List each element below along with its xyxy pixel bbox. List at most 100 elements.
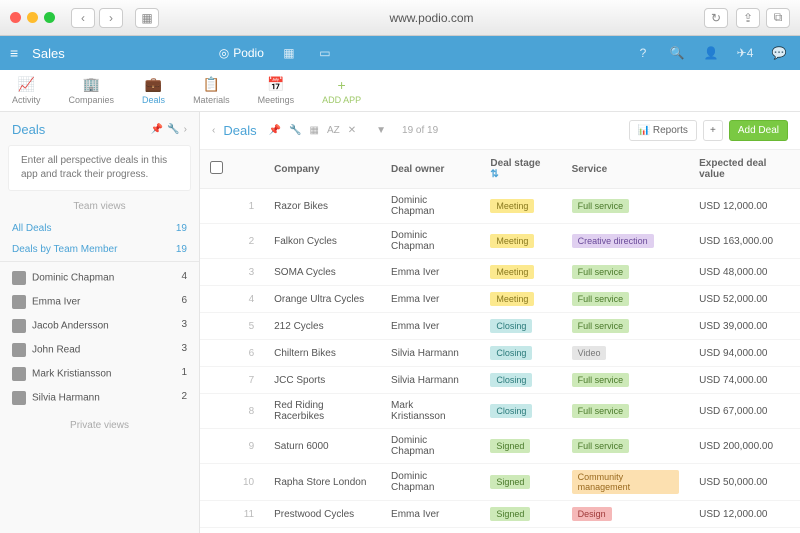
- row-index: 11: [233, 501, 264, 528]
- company-cell: Prestwood Cycles: [264, 501, 381, 528]
- member-row[interactable]: Emma Iver6: [0, 290, 199, 314]
- company-cell: Razor Bikes: [264, 189, 381, 224]
- help-icon[interactable]: ?: [632, 42, 654, 64]
- company-cell: Orange Ultra Cycles: [264, 286, 381, 313]
- avatar: [12, 367, 26, 381]
- table-row[interactable]: 12Helsinki PolkupyöräEmma IverSignedCrea…: [200, 528, 800, 533]
- back-button[interactable]: ‹: [71, 8, 95, 28]
- table-row[interactable]: 4Orange Ultra CyclesEmma IverMeetingFull…: [200, 286, 800, 313]
- add-button[interactable]: +: [703, 120, 723, 141]
- member-row[interactable]: Jacob Andersson3: [0, 314, 199, 338]
- company-cell: Rapha Store London: [264, 464, 381, 501]
- owner-cell: Dominic Chapman: [381, 429, 480, 464]
- owner-cell: Dominic Chapman: [381, 189, 480, 224]
- workspace-name[interactable]: Sales: [32, 46, 65, 61]
- owner-cell: Emma Iver: [381, 286, 480, 313]
- settings-icon[interactable]: ✕: [348, 125, 356, 136]
- notifications-icon[interactable]: ✈ 4: [734, 42, 756, 64]
- close-window-icon[interactable]: [10, 12, 21, 23]
- private-views-label: Private views: [0, 410, 199, 437]
- column-header[interactable]: Company: [264, 150, 381, 189]
- owner-cell: Mark Kristiansson: [381, 394, 480, 429]
- activity-icon[interactable]: ▦: [278, 42, 300, 64]
- materials-icon: 📋: [203, 76, 220, 93]
- expand-sidebar-icon[interactable]: ‹: [212, 125, 215, 136]
- address-bar[interactable]: www.podio.com: [167, 11, 696, 25]
- minimize-window-icon[interactable]: [27, 12, 38, 23]
- content-toolbar: ‹ Deals 📌 🔧 ▦ AZ ✕ ▼ 19 of 19 📊 Reports …: [200, 112, 800, 150]
- service-badge: Full service: [572, 373, 630, 387]
- filter-icon[interactable]: ▼: [376, 125, 386, 136]
- company-cell: 212 Cycles: [264, 313, 381, 340]
- column-header[interactable]: Deal stage ⇅: [480, 150, 561, 189]
- table-row[interactable]: 7JCC SportsSilvia HarmannClosingFull ser…: [200, 367, 800, 394]
- pin-icon[interactable]: 📌: [151, 124, 163, 135]
- app-nav: 📈Activity 🏢Companies 💼Deals 📋Materials 📅Meet…: [0, 70, 800, 112]
- add-app-button[interactable]: +ADD APP: [322, 77, 361, 105]
- row-index: 9: [233, 429, 264, 464]
- wrench-icon[interactable]: 🔧: [289, 125, 301, 136]
- podio-logo[interactable]: ◎ Podio: [219, 46, 264, 60]
- chat-icon[interactable]: 💬: [768, 42, 790, 64]
- tabs-button[interactable]: ⧉: [766, 8, 790, 28]
- nav-activity[interactable]: 📈Activity: [12, 76, 41, 105]
- select-all-checkbox[interactable]: [210, 161, 223, 174]
- service-badge: Full service: [572, 292, 630, 306]
- service-badge: Full service: [572, 319, 630, 333]
- nav-label: Deals: [142, 95, 165, 105]
- table-row[interactable]: 5212 CyclesEmma IverClosingFull serviceU…: [200, 313, 800, 340]
- card-view-icon[interactable]: ▦: [310, 125, 319, 136]
- sidebar-toggle-button[interactable]: ▦: [135, 8, 159, 28]
- member-row[interactable]: John Read3: [0, 338, 199, 362]
- member-name: Jacob Andersson: [32, 321, 109, 332]
- avatar: [12, 343, 26, 357]
- member-row[interactable]: Dominic Chapman4: [0, 266, 199, 290]
- table-row[interactable]: 3SOMA CyclesEmma IverMeetingFull service…: [200, 259, 800, 286]
- table-row[interactable]: 8Red Riding RacerbikesMark KristianssonC…: [200, 394, 800, 429]
- reports-button[interactable]: 📊 Reports: [629, 120, 697, 141]
- reload-button[interactable]: ↻: [704, 8, 728, 28]
- hamburger-icon[interactable]: ≡: [10, 45, 18, 61]
- nav-deals[interactable]: 💼Deals: [142, 76, 165, 105]
- stage-badge: Closing: [490, 373, 532, 387]
- owner-cell: Emma Iver: [381, 313, 480, 340]
- search-icon[interactable]: 🔍: [666, 42, 688, 64]
- column-header[interactable]: Deal owner: [381, 150, 480, 189]
- all-deals-view[interactable]: All Deals 19: [0, 218, 199, 239]
- nav-companies[interactable]: 🏢Companies: [69, 76, 115, 105]
- maximize-window-icon[interactable]: [44, 12, 55, 23]
- chart-icon: 📊: [638, 125, 650, 136]
- deals-table: CompanyDeal ownerDeal stage ⇅ServiceExpe…: [200, 150, 800, 533]
- column-header[interactable]: Expected deal value: [689, 150, 800, 189]
- share-button[interactable]: ⇪: [736, 8, 760, 28]
- wrench-icon[interactable]: 🔧: [167, 124, 179, 135]
- add-deal-button[interactable]: Add Deal: [729, 120, 788, 141]
- table-row[interactable]: 11Prestwood CyclesEmma IverSignedDesignU…: [200, 501, 800, 528]
- nav-label: Companies: [69, 95, 115, 105]
- chevron-right-icon[interactable]: ›: [184, 124, 187, 135]
- table-row[interactable]: 2Falkon CyclesDominic ChapmanMeetingCrea…: [200, 224, 800, 259]
- column-header[interactable]: Service: [562, 150, 690, 189]
- value-cell: USD 67,000.00: [689, 394, 800, 429]
- user-icon[interactable]: 👤: [700, 42, 722, 64]
- sidebar-description: Enter all perspective deals in this app …: [8, 145, 191, 191]
- member-row[interactable]: Silvia Harmann2: [0, 386, 199, 410]
- table-row[interactable]: 6Chiltern BikesSilvia HarmannClosingVide…: [200, 340, 800, 367]
- record-count: 19 of 19: [402, 125, 438, 136]
- table-row[interactable]: 1Razor BikesDominic ChapmanMeetingFull s…: [200, 189, 800, 224]
- row-index: 4: [233, 286, 264, 313]
- nav-label: Activity: [12, 95, 41, 105]
- deals-by-member-header[interactable]: Deals by Team Member 19: [0, 239, 199, 262]
- nav-materials[interactable]: 📋Materials: [193, 76, 230, 105]
- service-badge: Full service: [572, 404, 630, 418]
- nav-meetings[interactable]: 📅Meetings: [258, 76, 295, 105]
- table-row[interactable]: 9Saturn 6000Dominic ChapmanSignedFull se…: [200, 429, 800, 464]
- forward-button[interactable]: ›: [99, 8, 123, 28]
- stage-badge: Signed: [490, 475, 530, 489]
- table-row[interactable]: 10Rapha Store LondonDominic ChapmanSigne…: [200, 464, 800, 501]
- service-badge: Creative direction: [572, 234, 654, 248]
- calendar-icon[interactable]: ▭: [314, 42, 336, 64]
- pin-icon[interactable]: 📌: [269, 125, 281, 136]
- sort-az-icon[interactable]: AZ: [327, 125, 340, 136]
- member-row[interactable]: Mark Kristiansson1: [0, 362, 199, 386]
